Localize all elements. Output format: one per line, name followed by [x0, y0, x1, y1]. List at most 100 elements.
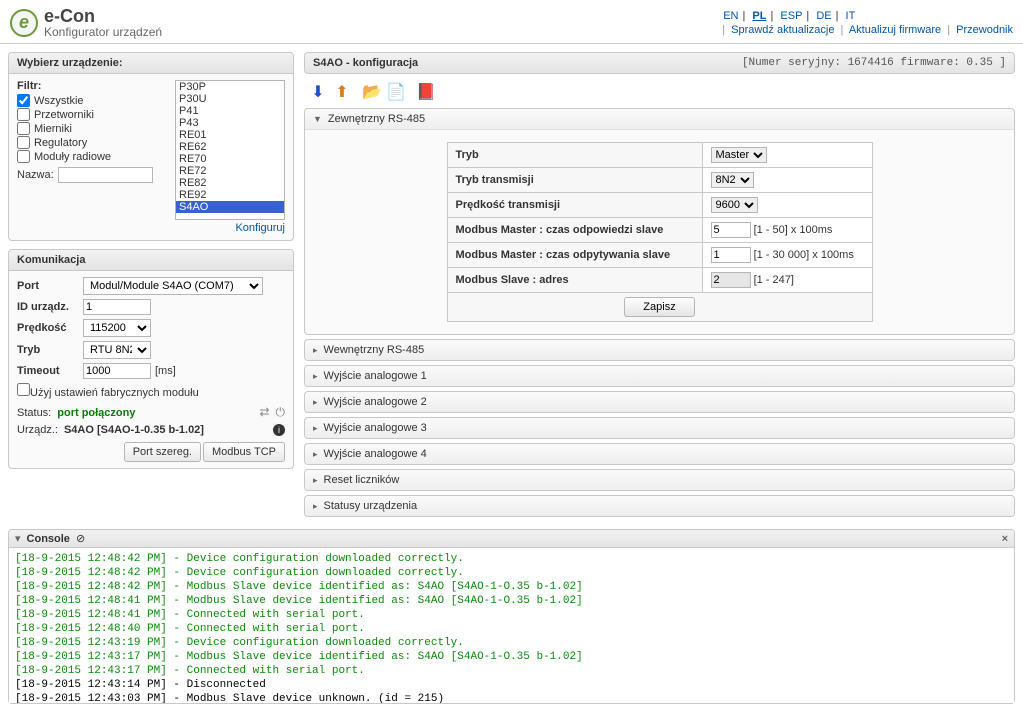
section-ao3[interactable]: ▸Wyjście analogowe 3 [305, 418, 1014, 438]
console-line: [18-9-2015 12:48:40 PM] - Connected with… [15, 622, 1008, 636]
console-line: [18-9-2015 12:48:42 PM] - Device configu… [15, 552, 1008, 566]
param-trans-select[interactable]: 8N2 [711, 172, 754, 188]
section-device-status[interactable]: ▸Statusy urządzenia [305, 496, 1014, 516]
device-ident: S4AO [S4AO-1-0.35 b-1.02] [64, 424, 204, 436]
comm-panel-title: Komunikacja [9, 250, 293, 271]
section-header-external[interactable]: ▼Zewnętrzny RS-485 [305, 109, 1014, 130]
cb-regulators[interactable] [17, 136, 30, 149]
lang-de[interactable]: DE [816, 10, 831, 22]
save-file-icon[interactable]: 📄 [386, 82, 406, 102]
section-ao1[interactable]: ▸Wyjście analogowe 1 [305, 366, 1014, 386]
device-list-item[interactable]: RE92 [176, 189, 284, 201]
device-list-item[interactable]: P30U [176, 93, 284, 105]
speed-select[interactable]: 115200 [83, 319, 151, 337]
device-list-item[interactable]: RE62 [176, 141, 284, 153]
download-icon[interactable]: ⬇ [308, 82, 328, 102]
console-line: [18-9-2015 12:43:19 PM] - Device configu… [15, 636, 1008, 650]
param-poll-input[interactable] [711, 247, 751, 263]
save-button[interactable]: Zapisz [624, 297, 694, 317]
pdf-export-icon[interactable]: 📕 [416, 82, 436, 102]
tab-modbus-tcp[interactable]: Modbus TCP [203, 442, 285, 462]
lang-en[interactable]: EN [723, 10, 738, 22]
chevron-right-icon: ▸ [313, 371, 318, 382]
device-panel-title: Wybierz urządzenie: [9, 53, 293, 74]
status-value: port połączony [57, 407, 135, 419]
lang-pl[interactable]: PL [752, 10, 766, 22]
app-subtitle: Konfigurator urządzeń [44, 25, 162, 39]
upload-icon[interactable]: ⬆ [332, 82, 352, 102]
console-line: [18-9-2015 12:43:14 PM] - Disconnected [15, 678, 1008, 692]
section-reset-counters[interactable]: ▸Reset liczników [305, 470, 1014, 490]
app-header: e e-Con Konfigurator urządzeń EN| PL| ES… [0, 0, 1023, 44]
console-line: [18-9-2015 12:48:42 PM] - Modbus Slave d… [15, 580, 1008, 594]
section-ao4[interactable]: ▸Wyjście analogowe 4 [305, 444, 1014, 464]
device-id-input[interactable] [83, 299, 151, 315]
device-list-item[interactable]: P30P [176, 81, 284, 93]
mode-select[interactable]: RTU 8N2 [83, 341, 151, 359]
configure-link[interactable]: Konfiguruj [235, 222, 285, 234]
connect-icon[interactable]: ⇄ [259, 405, 269, 420]
param-resp-input[interactable] [711, 222, 751, 238]
console-line: [18-9-2015 12:43:17 PM] - Connected with… [15, 664, 1008, 678]
console-line: [18-9-2015 12:43:03 PM] - Modbus Slave d… [15, 692, 1008, 703]
console-line: [18-9-2015 12:48:41 PM] - Modbus Slave d… [15, 594, 1008, 608]
tab-serial[interactable]: Port szereg. [124, 442, 201, 462]
info-icon[interactable]: i [273, 424, 285, 436]
port-select[interactable]: Modul/Module S4AO (COM7) [83, 277, 263, 295]
device-list-item[interactable]: RE01 [176, 129, 284, 141]
communication-panel: Komunikacja PortModul/Module S4AO (COM7)… [8, 249, 294, 469]
console-title: Console [27, 533, 70, 545]
app-title: e-Con [44, 6, 162, 27]
device-list-item[interactable]: P41 [176, 105, 284, 117]
device-select-panel: Wybierz urządzenie: Filtr: Wszystkie Prz… [8, 52, 294, 241]
cb-meters[interactable] [17, 122, 30, 135]
console-output[interactable]: [18-9-2015 12:48:42 PM] - Device configu… [9, 548, 1014, 703]
name-label: Nazwa: [17, 169, 54, 181]
lang-esp[interactable]: ESP [780, 10, 802, 22]
name-input[interactable] [58, 167, 153, 183]
param-mode-select[interactable]: Master [711, 147, 767, 163]
console-line: [18-9-2015 12:48:41 PM] - Connected with… [15, 608, 1008, 622]
config-header: S4AO - konfiguracja [Numer seryjny: 1674… [304, 52, 1015, 74]
param-addr-input[interactable] [711, 272, 751, 288]
update-firmware-link[interactable]: Aktualizuj firmware [849, 24, 941, 36]
device-list-item[interactable]: RE72 [176, 165, 284, 177]
logo-icon: e [10, 9, 38, 37]
device-list-item[interactable]: RE82 [176, 177, 284, 189]
section-ao2[interactable]: ▸Wyjście analogowe 2 [305, 392, 1014, 412]
cb-all[interactable] [17, 94, 30, 107]
chevron-right-icon: ▸ [313, 345, 318, 356]
disconnect-icon[interactable]: ⏻ [276, 405, 286, 420]
param-speed-select[interactable]: 9600 [711, 197, 758, 213]
chevron-right-icon: ▸ [313, 449, 318, 460]
guide-link[interactable]: Przewodnik [956, 24, 1013, 36]
chevron-down-icon: ▼ [313, 114, 322, 124]
chevron-right-icon: ▸ [313, 397, 318, 408]
console-toggle-icon[interactable]: ▾ [15, 532, 21, 545]
lang-it[interactable]: IT [846, 10, 856, 22]
device-list[interactable]: P30PP30UP41P43RE01RE62RE70RE72RE82RE92S4… [175, 80, 285, 220]
serial-info: [Numer seryjny: 1674416 firmware: 0.35 ] [742, 57, 1006, 69]
console-close-icon[interactable]: × [1002, 533, 1008, 545]
cb-factory-settings[interactable] [17, 383, 30, 396]
open-folder-icon[interactable]: 📂 [362, 82, 382, 102]
device-list-item[interactable]: P43 [176, 117, 284, 129]
device-list-item[interactable]: RE70 [176, 153, 284, 165]
console-clear-icon[interactable]: ⊘ [76, 532, 85, 545]
filter-label: Filtr: [17, 80, 169, 92]
console-line: [18-9-2015 12:43:17 PM] - Modbus Slave d… [15, 650, 1008, 664]
section-internal-rs485[interactable]: ▸Wewnętrzny RS-485 [305, 340, 1014, 360]
check-updates-link[interactable]: Sprawdź aktualizacje [731, 24, 834, 36]
language-selector: EN| PL| ESP| DE| IT [719, 10, 1013, 22]
console-line: [18-9-2015 12:48:42 PM] - Device configu… [15, 566, 1008, 580]
config-toolbar: ⬇ ⬆ 📂 📄 📕 [304, 80, 1015, 108]
section-external-rs485: ▼Zewnętrzny RS-485 TrybMaster Tryb trans… [304, 108, 1015, 335]
console-panel: ▾ Console ⊘ × [18-9-2015 12:48:42 PM] - … [8, 529, 1015, 704]
chevron-right-icon: ▸ [313, 475, 318, 486]
cb-transducers[interactable] [17, 108, 30, 121]
chevron-right-icon: ▸ [313, 501, 318, 512]
chevron-right-icon: ▸ [313, 423, 318, 434]
cb-radio[interactable] [17, 150, 30, 163]
device-list-item[interactable]: S4AO [176, 201, 284, 213]
timeout-input[interactable] [83, 363, 151, 379]
